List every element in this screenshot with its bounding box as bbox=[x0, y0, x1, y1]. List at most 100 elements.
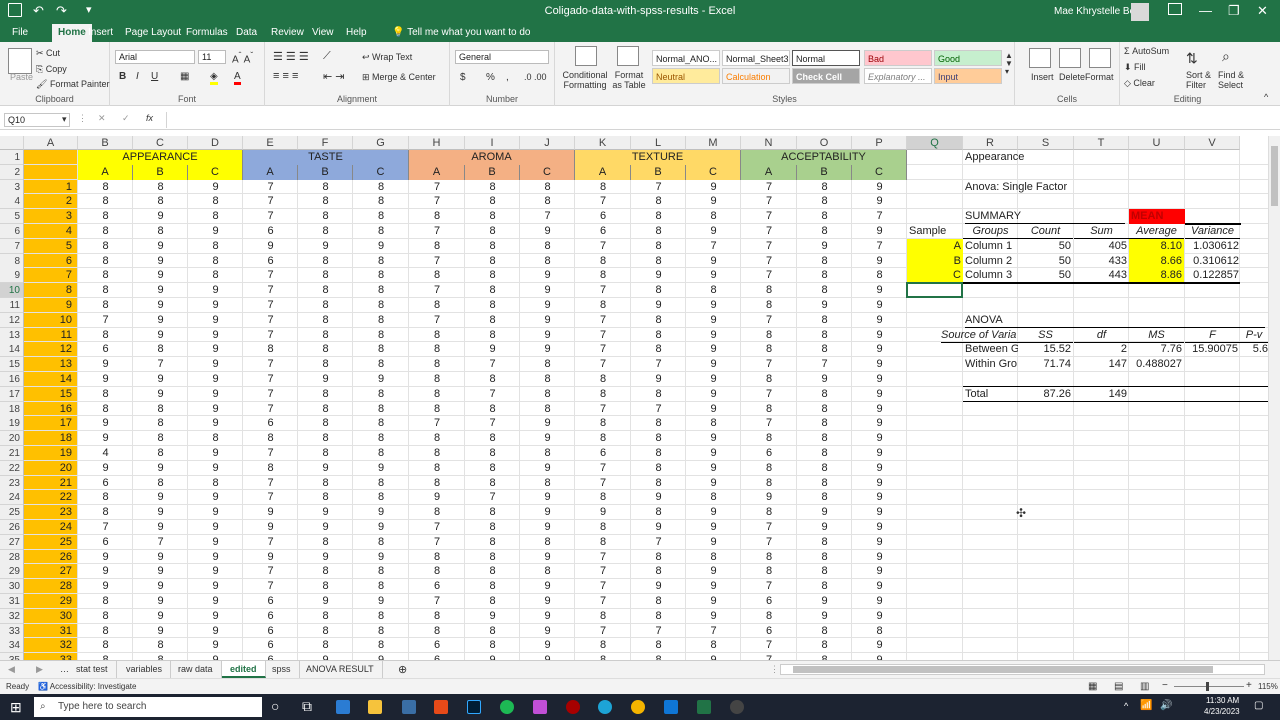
rating-cell[interactable]: 9 bbox=[133, 387, 188, 402]
row-header[interactable]: 4 bbox=[0, 194, 24, 210]
rating-cell[interactable]: 9 bbox=[520, 624, 575, 639]
rating-cell[interactable]: 7 bbox=[465, 490, 520, 505]
rating-cell[interactable]: 8 bbox=[353, 535, 409, 550]
rating-cell[interactable]: 8 bbox=[465, 535, 520, 550]
cell-style-normal[interactable]: Normal bbox=[792, 50, 860, 66]
vertical-scrollbar[interactable] bbox=[1268, 136, 1280, 660]
column-header-t[interactable]: T bbox=[1074, 136, 1129, 150]
rating-cell[interactable]: 9 bbox=[520, 224, 575, 239]
rating-cell[interactable]: 7 bbox=[575, 328, 631, 343]
rating-cell[interactable]: 8 bbox=[741, 609, 797, 624]
row-header[interactable]: 6 bbox=[0, 224, 24, 239]
rating-cell[interactable]: 9 bbox=[298, 505, 353, 520]
rating-cell[interactable]: 8 bbox=[631, 209, 686, 224]
rating-cell[interactable]: 8 bbox=[797, 579, 852, 594]
rating-cell[interactable]: 9 bbox=[686, 535, 741, 550]
rating-cell[interactable]: 9 bbox=[852, 609, 907, 624]
anova-cell[interactable]: 7.76 bbox=[1129, 342, 1182, 357]
respondent-number[interactable]: 6 bbox=[24, 254, 72, 269]
rating-cell[interactable]: 9 bbox=[520, 638, 575, 653]
rating-cell[interactable]: 9 bbox=[520, 283, 575, 298]
sheet-tab-spss[interactable]: spss bbox=[264, 661, 300, 678]
rating-cell[interactable]: 8 bbox=[353, 180, 409, 195]
rating-cell[interactable]: 9 bbox=[133, 520, 188, 535]
rating-cell[interactable]: 8 bbox=[298, 254, 353, 269]
rating-cell[interactable]: 7 bbox=[741, 387, 797, 402]
find-select-icon[interactable]: ⌕ bbox=[1222, 48, 1230, 65]
rating-cell[interactable]: 8 bbox=[741, 298, 797, 313]
row-header[interactable]: 19 bbox=[0, 416, 24, 432]
column-header-s[interactable]: S bbox=[1018, 136, 1074, 150]
group-sum[interactable]: 443 bbox=[1074, 268, 1127, 283]
rating-cell[interactable]: 7 bbox=[575, 357, 631, 372]
opera-icon[interactable] bbox=[566, 700, 580, 714]
rating-cell[interactable]: 6 bbox=[575, 446, 631, 461]
taskbar-search[interactable]: ⌕ Type here to search bbox=[34, 697, 262, 717]
respondent-number[interactable]: 10 bbox=[24, 313, 72, 328]
rating-cell[interactable]: 8 bbox=[631, 476, 686, 491]
sub-header[interactable]: A bbox=[243, 164, 298, 180]
rating-cell[interactable]: 8 bbox=[797, 387, 852, 402]
column-header-e[interactable]: E bbox=[243, 136, 298, 150]
rating-cell[interactable]: 7 bbox=[409, 416, 465, 431]
rating-cell[interactable]: 8 bbox=[409, 372, 465, 387]
rating-cell[interactable]: 8 bbox=[78, 387, 133, 402]
rating-cell[interactable]: 9 bbox=[133, 372, 188, 387]
rating-cell[interactable]: 6 bbox=[243, 224, 298, 239]
rating-cell[interactable]: 8 bbox=[78, 254, 133, 269]
rating-cell[interactable]: 8 bbox=[797, 402, 852, 417]
rating-cell[interactable]: 9 bbox=[852, 328, 907, 343]
rating-cell[interactable]: 9 bbox=[353, 372, 409, 387]
respondent-number[interactable]: 11 bbox=[24, 328, 72, 343]
summary-header[interactable]: Sum bbox=[1074, 224, 1129, 239]
rating-cell[interactable]: 8 bbox=[243, 431, 298, 446]
rating-cell[interactable]: 8 bbox=[78, 638, 133, 653]
spotify-icon[interactable] bbox=[500, 700, 514, 714]
rating-cell[interactable]: 9 bbox=[520, 520, 575, 535]
rating-cell[interactable]: 8 bbox=[797, 490, 852, 505]
rating-cell[interactable]: 8 bbox=[298, 579, 353, 594]
rating-cell[interactable]: 6 bbox=[741, 594, 797, 609]
enter-icon[interactable]: ✓ bbox=[122, 113, 130, 124]
row-header[interactable]: 33 bbox=[0, 623, 24, 639]
rating-cell[interactable]: 8 bbox=[520, 180, 575, 195]
respondent-number[interactable]: 22 bbox=[24, 490, 72, 505]
rating-cell[interactable]: 8 bbox=[797, 535, 852, 550]
tab-insert[interactable]: Insert bbox=[82, 24, 119, 42]
rating-cell[interactable]: 9 bbox=[188, 342, 243, 357]
cortana-icon[interactable]: ○ bbox=[271, 698, 279, 714]
rating-cell[interactable]: 8 bbox=[575, 535, 631, 550]
rating-cell[interactable]: 8 bbox=[797, 476, 852, 491]
rating-cell[interactable]: 8 bbox=[741, 505, 797, 520]
anova-cell[interactable]: 15.52 bbox=[1018, 342, 1071, 357]
rating-cell[interactable]: 8 bbox=[353, 638, 409, 653]
copy-button[interactable]: ⎘ Copy bbox=[36, 64, 67, 75]
rating-cell[interactable]: 6 bbox=[575, 224, 631, 239]
rating-cell[interactable]: 6 bbox=[243, 624, 298, 639]
rating-cell[interactable]: 8 bbox=[78, 328, 133, 343]
rating-cell[interactable]: 8 bbox=[686, 490, 741, 505]
rating-cell[interactable]: 9 bbox=[133, 550, 188, 565]
top-align-icon[interactable]: ☰ ☰ ☰ bbox=[273, 50, 309, 63]
conditional-formatting-icon[interactable] bbox=[575, 46, 597, 66]
sample-label[interactable]: Sample bbox=[909, 224, 946, 239]
respondent-number[interactable]: 27 bbox=[24, 564, 72, 579]
rating-cell[interactable]: 7 bbox=[631, 357, 686, 372]
rating-cell[interactable]: 9 bbox=[852, 653, 907, 660]
rating-cell[interactable]: 7 bbox=[409, 313, 465, 328]
rating-cell[interactable]: 7 bbox=[575, 342, 631, 357]
rating-cell[interactable]: 9 bbox=[78, 431, 133, 446]
rating-cell[interactable]: 8 bbox=[409, 476, 465, 491]
rating-cell[interactable]: 9 bbox=[133, 579, 188, 594]
rating-cell[interactable]: 8 bbox=[520, 402, 575, 417]
rating-cell[interactable]: 8 bbox=[298, 328, 353, 343]
sub-header[interactable]: A bbox=[78, 164, 133, 180]
rating-cell[interactable]: 8 bbox=[631, 431, 686, 446]
rating-cell[interactable]: 8 bbox=[409, 328, 465, 343]
rating-cell[interactable]: 6 bbox=[409, 653, 465, 660]
obs-icon[interactable] bbox=[730, 700, 744, 714]
row-header[interactable]: 18 bbox=[0, 401, 24, 417]
rating-cell[interactable]: 7 bbox=[243, 283, 298, 298]
sub-header[interactable]: B bbox=[465, 164, 520, 180]
rating-cell[interactable]: 8 bbox=[353, 313, 409, 328]
